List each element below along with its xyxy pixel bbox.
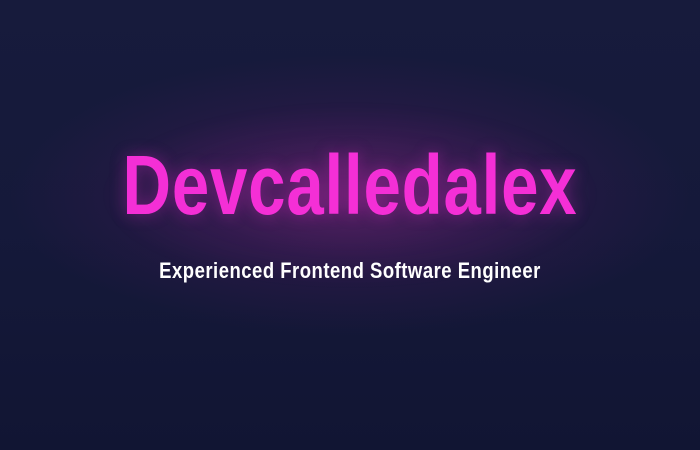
tagline: Experienced Frontend Software Engineer (159, 258, 541, 283)
hero-banner: Devcalledalex Experienced Frontend Softw… (0, 0, 700, 450)
brand-title: Devcalledalex (122, 138, 578, 232)
